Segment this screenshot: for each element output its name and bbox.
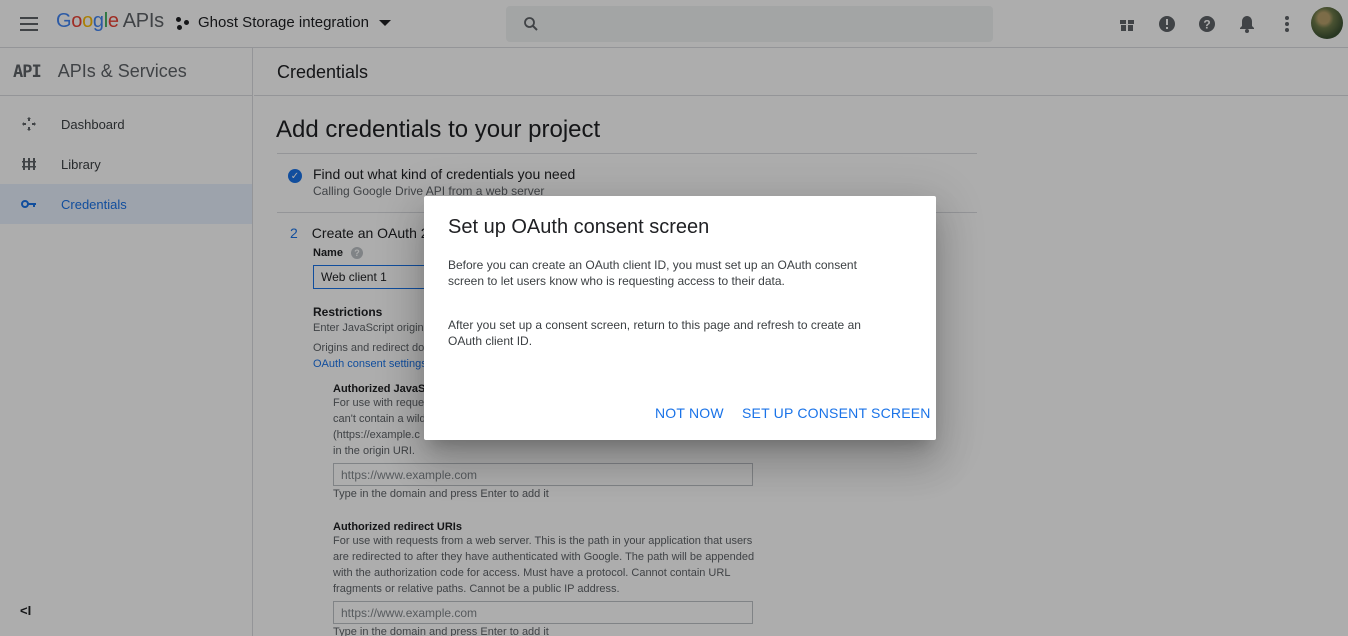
- set-up-consent-screen-button[interactable]: SET UP CONSENT SCREEN: [742, 405, 931, 421]
- not-now-button[interactable]: NOT NOW: [655, 405, 724, 421]
- dialog-paragraph-2: After you set up a consent screen, retur…: [448, 318, 861, 348]
- oauth-consent-dialog: Set up OAuth consent screen Before you c…: [424, 196, 936, 440]
- dialog-title: Set up OAuth consent screen: [448, 216, 710, 238]
- dialog-paragraph-1: Before you can create an OAuth client ID…: [448, 258, 857, 288]
